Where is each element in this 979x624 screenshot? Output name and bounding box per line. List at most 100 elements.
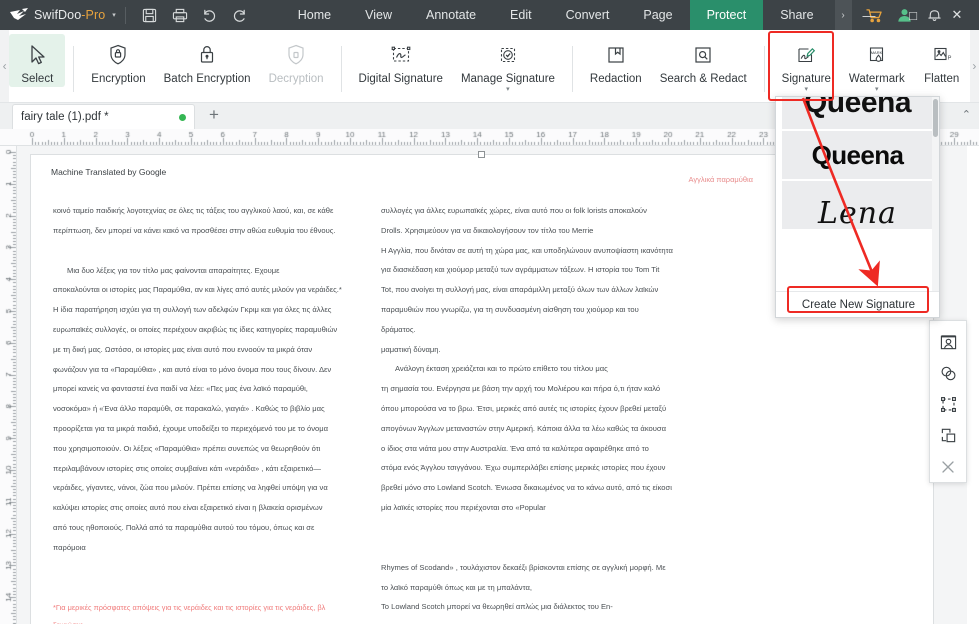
image-stamp-icon[interactable] xyxy=(933,327,963,358)
window-controls: — □ ✕ xyxy=(847,0,979,30)
signature-preview-text: Queena xyxy=(803,97,912,119)
ribbon-scroll-right[interactable]: › xyxy=(969,30,979,102)
doc-line: Η ίδια παρατήρηση ισχύει για τη συλλογή … xyxy=(53,305,332,315)
panel-collapse-chevron-icon[interactable]: ⌃ xyxy=(962,108,971,121)
menu-protect[interactable]: Protect xyxy=(689,0,764,30)
ribbon-manage-signature-button[interactable]: Manage Signature ▾ xyxy=(452,34,564,96)
ribbon-decryption-button[interactable]: Decryption xyxy=(260,34,333,87)
print-icon[interactable] xyxy=(165,0,195,30)
doc-line: Tot, που ανοίγει τη συλλογή μας, είναι α… xyxy=(381,285,659,295)
ribbon-scroll-left[interactable]: ‹ xyxy=(0,30,10,102)
signature-item-lena[interactable]: Lena xyxy=(782,181,933,229)
ribbon-encryption-label: Encryption xyxy=(91,73,146,85)
signature-item-queena-top[interactable]: Queena xyxy=(782,97,933,129)
signature-panel-scrollbar[interactable] xyxy=(932,97,939,317)
ribbon-flatten-button[interactable]: P Flatten xyxy=(914,34,970,87)
machine-translated-notice: Machine Translated by Google xyxy=(51,167,167,177)
page-handle-top[interactable] xyxy=(478,151,485,158)
ribbon-watermark-button[interactable]: MARK Watermark ▾ xyxy=(840,34,914,96)
unsaved-indicator-dot xyxy=(179,113,186,121)
signature-dropdown-panel[interactable]: Queena Queena Lena Create New Signature xyxy=(775,96,940,318)
doc-line: το λαϊκό παραμύθι όπως και με τη μπαλάντ… xyxy=(381,582,532,592)
brand-dropdown-caret-icon[interactable]: ▾ xyxy=(112,11,116,19)
ribbon-redaction-button[interactable]: Redaction xyxy=(581,34,651,87)
save-icon[interactable] xyxy=(135,0,165,30)
doc-line: Rhymes of Scodand» , τουλάχιστον δεκαέξι… xyxy=(381,562,666,572)
signature-preview-text: Lena xyxy=(818,195,897,230)
search-redact-icon xyxy=(692,40,714,70)
ribbon-decryption-label: Decryption xyxy=(268,73,324,85)
duplicate-icon[interactable] xyxy=(933,420,963,451)
ribbon-encryption-button[interactable]: Encryption xyxy=(82,34,154,87)
document-tab-label: fairy tale (1).pdf * xyxy=(21,111,109,123)
menu-share[interactable]: Share xyxy=(763,0,830,30)
main-menu-bar: Home View Annotate Edit Convert Page Pro… xyxy=(281,0,852,30)
doc-line: όπου μπορούσα να το βρω. Έτσι, μερικές α… xyxy=(381,403,667,413)
menu-edit[interactable]: Edit xyxy=(493,0,549,30)
signature-item-queena[interactable]: Queena xyxy=(782,131,933,179)
doc-line: κοινό ταμείο παιδικής λογοτεχνίας σε όλε… xyxy=(53,206,334,215)
ribbon-select-button[interactable]: Select xyxy=(9,34,66,87)
menu-page[interactable]: Page xyxy=(626,0,689,30)
ribbon-search-redact-label: Search & Redact xyxy=(659,73,747,85)
doc-line: περιλαμβάνουν ιστορίες στις οποίες συμβα… xyxy=(53,463,321,473)
watermark-caret-icon[interactable]: ▾ xyxy=(875,86,879,94)
swifdoo-logo-icon xyxy=(6,7,32,23)
doc-line: βρεθεί μόνο στο Lowland Scotch. Ένιωσα δ… xyxy=(381,483,672,493)
ribbon-flatten-label: Flatten xyxy=(924,73,960,85)
doc-line: συλλογές για άλλες ευρωπαϊκές χώρες, είν… xyxy=(381,206,647,215)
doc-line: Drolls. Χρησιμεύουν για να δικαιολογήσου… xyxy=(381,225,594,235)
footnote-line-1: *Για μερικές πρόσφατες απόψεις για τις ν… xyxy=(53,602,326,612)
doc-line: τη σημασία του. Ενέργησα με βάση την αρχ… xyxy=(381,384,661,394)
ribbon-batch-encryption-button[interactable]: Batch Encryption xyxy=(155,34,260,87)
redo-icon[interactable] xyxy=(225,0,255,30)
ribbon-digital-signature-button[interactable]: Digital Signature xyxy=(350,34,452,87)
minimize-button[interactable]: — xyxy=(847,0,891,30)
manage-signature-icon xyxy=(496,40,520,70)
doc-line: Ανάλογη έκταση χρειάζεται και το πρώτο ε… xyxy=(395,364,608,374)
swifdoo-window: SwifDoo-Pro ▾ Home View Annotate Edit Co… xyxy=(0,0,979,624)
crop-selection-icon[interactable] xyxy=(933,389,963,420)
doc-line: μαματική δύναμη. xyxy=(381,344,441,354)
brand-main: SwifDoo xyxy=(34,8,82,22)
ribbon-watermark-label: Watermark xyxy=(848,73,905,85)
doc-line: Μια δυο λέξεις για τον τίτλο μας φαίνοντ… xyxy=(67,265,280,275)
ribbon-signature-button[interactable]: Signature ▾ xyxy=(773,34,840,96)
protect-ribbon: ‹ Select Encryption Batch Encryption Dec… xyxy=(0,30,979,103)
doc-line: νοσοκόμα» ή «Ένα άλλο παραμύθι, σε παρακ… xyxy=(53,404,325,414)
scrollbar-thumb[interactable] xyxy=(933,99,938,137)
create-new-signature-button[interactable]: Create New Signature xyxy=(776,291,939,317)
menu-convert[interactable]: Convert xyxy=(549,0,627,30)
ribbon-digital-signature-label: Digital Signature xyxy=(358,73,443,85)
menu-view[interactable]: View xyxy=(348,0,409,30)
doc-line: που χρησιμοποιούν. Οι λέξεις «Παραμύθια»… xyxy=(53,443,321,453)
flatten-icon: P xyxy=(930,40,954,70)
ribbon-separator-2 xyxy=(340,46,342,92)
footnote-line-2: Σημειώσεις. xyxy=(53,617,363,624)
doc-line: φωνάζουν για τα «Παραμύθια» , και αυτό ε… xyxy=(53,364,332,374)
close-button[interactable]: ✕ xyxy=(935,0,979,30)
new-tab-button[interactable]: + xyxy=(209,104,219,129)
ribbon-search-redact-button[interactable]: Search & Redact xyxy=(651,34,756,87)
svg-text:MARK: MARK xyxy=(871,50,883,55)
menu-annotate[interactable]: Annotate xyxy=(409,0,493,30)
maximize-button[interactable]: □ xyxy=(891,0,935,30)
doc-line: απογόνων Άγγλων μεταναστών στην Αμερική.… xyxy=(381,423,666,433)
overlap-shapes-icon[interactable] xyxy=(933,358,963,389)
manage-signature-caret-icon[interactable]: ▾ xyxy=(506,86,510,94)
doc-line: αποκαλούνται οι ιστορίες μας Παραμύθια, … xyxy=(53,285,342,295)
document-tab[interactable]: fairy tale (1).pdf * xyxy=(12,104,195,129)
digital-signature-icon xyxy=(389,40,413,70)
vertical-ruler[interactable] xyxy=(0,146,17,624)
doc-line: ο ίδιος στα νιάτα μου στην Αυστραλία. Έν… xyxy=(381,443,649,453)
undo-icon[interactable] xyxy=(195,0,225,30)
menu-home[interactable]: Home xyxy=(281,0,348,30)
ribbon-batch-encryption-label: Batch Encryption xyxy=(163,73,251,85)
doc-line: με τη δική μας. Ωστόσο, οι ιστορίες μας … xyxy=(53,344,313,354)
doc-line: στόμα ενός Άγγλου τσιγγάνου. Έχω συμπερι… xyxy=(381,463,666,473)
signature-caret-icon[interactable]: ▾ xyxy=(805,86,809,94)
close-icon[interactable] xyxy=(933,451,963,482)
doc-line: δράματος. xyxy=(381,324,416,334)
